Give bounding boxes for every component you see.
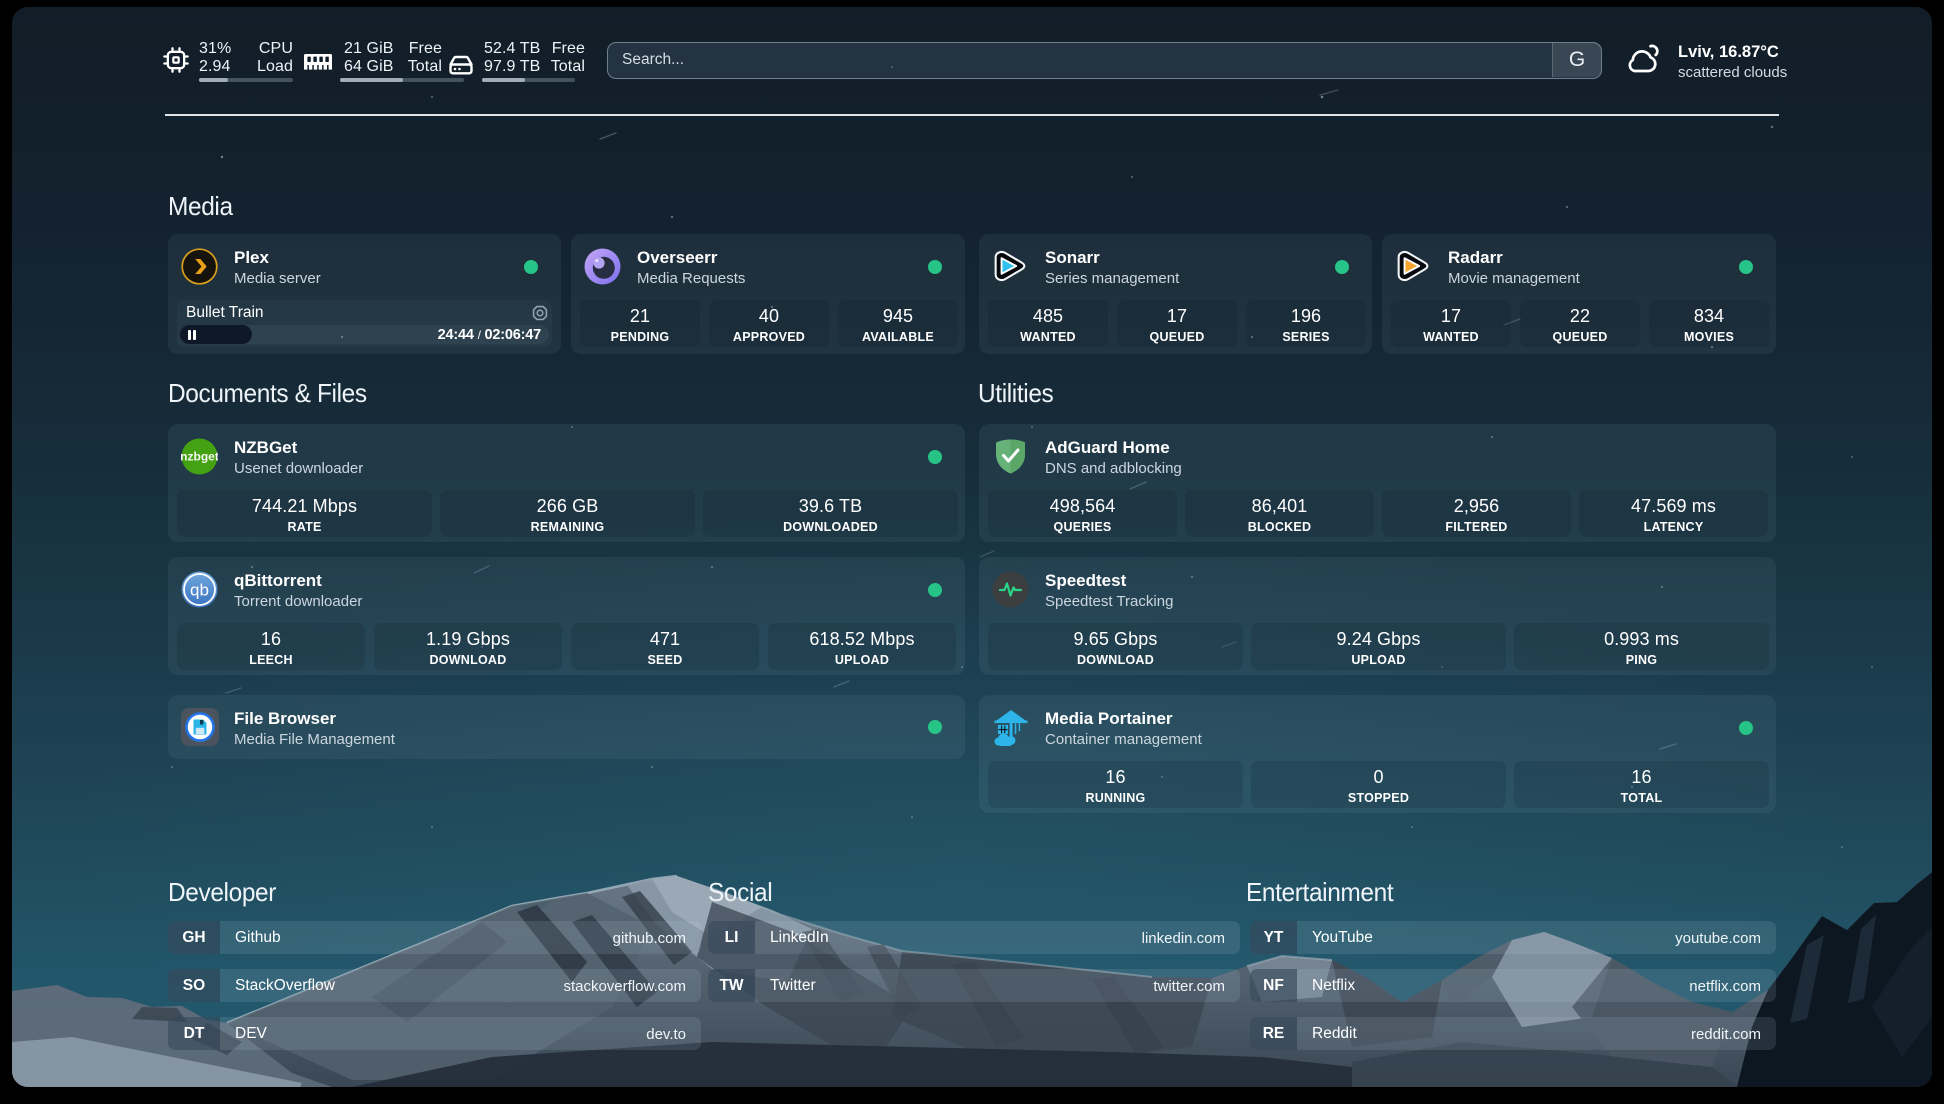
svg-text:nzbget: nzbget xyxy=(181,450,218,464)
svg-text:qb: qb xyxy=(190,581,209,600)
